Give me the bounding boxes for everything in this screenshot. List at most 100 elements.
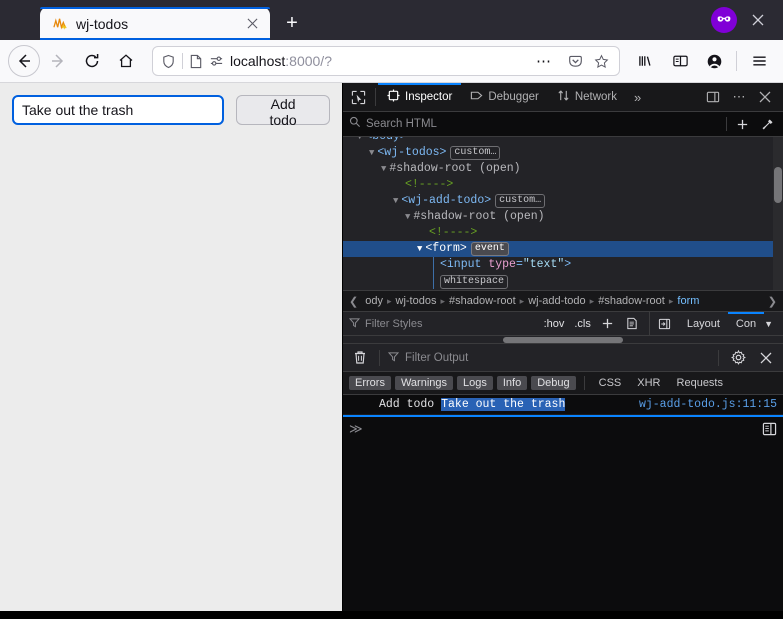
console-filter-requests[interactable]: Requests bbox=[671, 376, 729, 390]
dom-tree-panel[interactable]: ▼<body> ▼<wj-todos>custom… ▼#shadow-root… bbox=[343, 137, 783, 290]
dom-row[interactable]: whitespace bbox=[343, 273, 783, 289]
custom-element-badge[interactable]: custom… bbox=[450, 146, 501, 160]
console-message-source-link[interactable]: wj-add-todo.js:11:15 bbox=[639, 398, 783, 411]
chart-squiggle-favicon bbox=[52, 16, 68, 32]
back-arrow-icon[interactable] bbox=[8, 45, 40, 77]
console-prompt: ≫ bbox=[349, 421, 363, 437]
chevron-left-icon[interactable]: ❮ bbox=[345, 295, 362, 308]
twisty-icon[interactable]: ▼ bbox=[381, 161, 386, 177]
permissions-icon[interactable] bbox=[209, 54, 224, 69]
search-input[interactable]: Search HTML bbox=[366, 118, 721, 130]
element-picker-icon[interactable] bbox=[343, 83, 373, 111]
plus-icon[interactable] bbox=[732, 115, 752, 133]
twisty-icon[interactable]: ▼ bbox=[357, 137, 362, 145]
dom-row[interactable]: ▼<body> bbox=[343, 137, 783, 145]
caret-down-icon[interactable]: ▼ bbox=[764, 312, 777, 336]
browser-tab-wj-todos[interactable]: wj-todos bbox=[40, 7, 270, 40]
dom-row[interactable]: <!----> bbox=[343, 225, 783, 241]
tab-debugger[interactable]: Debugger bbox=[461, 83, 548, 111]
dom-row[interactable]: ▼ #shadow-root (open) bbox=[343, 209, 783, 225]
event-badge[interactable]: event bbox=[470, 242, 509, 256]
dom-row[interactable]: ▼ #shadow-root (open) bbox=[343, 161, 783, 177]
breadcrumb-item-form[interactable]: form bbox=[674, 295, 702, 307]
plus-icon[interactable] bbox=[599, 317, 617, 330]
gear-icon[interactable] bbox=[727, 350, 749, 365]
console-filter-logs[interactable]: Logs bbox=[457, 376, 493, 390]
star-icon[interactable] bbox=[594, 53, 611, 69]
tab-layout[interactable]: Layout bbox=[679, 312, 728, 336]
html-search-bar[interactable]: Search HTML bbox=[343, 112, 783, 137]
content-split: Add todo Inspector bbox=[0, 83, 783, 611]
reload-icon[interactable] bbox=[76, 45, 108, 77]
breadcrumb-item-shadow-root-2[interactable]: #shadow-root bbox=[595, 295, 668, 307]
tab-inspector[interactable]: Inspector bbox=[378, 83, 462, 111]
dom-row-selected[interactable]: ▼ <form> event bbox=[343, 241, 783, 257]
new-tab-button[interactable]: + bbox=[276, 7, 308, 39]
console-filter-css[interactable]: CSS bbox=[593, 376, 628, 390]
console-filter-errors[interactable]: Errors bbox=[349, 376, 391, 390]
twisty-icon[interactable]: ▼ bbox=[393, 193, 398, 209]
breadcrumb-item-wj-todos[interactable]: wj-todos bbox=[393, 295, 440, 307]
page-icon[interactable] bbox=[189, 54, 203, 69]
twisty-icon[interactable]: ▼ bbox=[405, 209, 410, 225]
home-icon[interactable] bbox=[110, 45, 142, 77]
ellipsis-icon[interactable]: ⋯ bbox=[727, 83, 751, 111]
page-actions-ellipsis-icon[interactable]: ⋯ bbox=[531, 48, 557, 74]
shield-icon[interactable] bbox=[161, 54, 176, 69]
chevron-double-right-icon[interactable]: » bbox=[626, 83, 649, 111]
document-icon[interactable] bbox=[623, 317, 641, 330]
console-filter-input[interactable]: Filter Output bbox=[387, 351, 710, 365]
window-close-icon[interactable] bbox=[747, 9, 769, 31]
styles-horizontal-scrollbar[interactable] bbox=[343, 336, 783, 344]
account-icon[interactable] bbox=[698, 45, 730, 77]
pseudo-class-hov-button[interactable]: :hov bbox=[542, 318, 567, 330]
pocket-icon[interactable] bbox=[563, 54, 588, 69]
url-host: localhost bbox=[230, 53, 286, 69]
breadcrumb-item-shadow-root-1[interactable]: #shadow-root bbox=[446, 295, 519, 307]
toolbar-divider bbox=[718, 349, 719, 366]
scrollbar-thumb[interactable] bbox=[774, 167, 782, 203]
console-filter-info[interactable]: Info bbox=[496, 376, 528, 390]
styles-filter-placeholder[interactable]: Filter Styles bbox=[365, 318, 422, 330]
element-class-button[interactable]: .cls bbox=[572, 318, 593, 330]
sidebar-icon[interactable] bbox=[664, 45, 696, 77]
breadcrumb-item-wj-add-todo[interactable]: wj-add-todo bbox=[525, 295, 588, 307]
console-filter-xhr[interactable]: XHR bbox=[631, 376, 666, 390]
private-browsing-mask-icon[interactable] bbox=[711, 7, 737, 33]
twisty-icon[interactable]: ▼ bbox=[417, 241, 422, 257]
url-text[interactable]: localhost:8000/? bbox=[230, 53, 525, 69]
close-icon[interactable] bbox=[755, 352, 777, 364]
tab-network[interactable]: Network bbox=[548, 83, 626, 111]
tab-computed[interactable]: Con bbox=[727, 311, 765, 336]
dom-row[interactable]: <!----> bbox=[343, 177, 783, 193]
add-todo-button[interactable]: Add todo bbox=[236, 95, 330, 128]
dom-tree-scrollbar[interactable] bbox=[773, 137, 783, 290]
breadcrumb-item-body[interactable]: ody bbox=[362, 295, 386, 307]
hamburger-menu-icon[interactable] bbox=[743, 45, 775, 77]
custom-element-badge[interactable]: custom… bbox=[495, 194, 546, 208]
dock-to-side-icon[interactable] bbox=[701, 83, 725, 111]
todo-text-input[interactable] bbox=[12, 95, 225, 125]
console-filter-debug[interactable]: Debug bbox=[531, 376, 576, 390]
twisty-icon[interactable]: ▼ bbox=[369, 145, 374, 161]
console-filter-placeholder[interactable]: Filter Output bbox=[405, 352, 468, 364]
dom-row[interactable]: ▼ <wj-todos> custom… bbox=[343, 145, 783, 161]
eyedropper-icon[interactable] bbox=[757, 115, 777, 133]
close-icon[interactable] bbox=[242, 14, 262, 34]
dom-row[interactable]: <input type="text"> bbox=[343, 257, 783, 273]
scrollbar-thumb[interactable] bbox=[503, 337, 623, 343]
console-filter-warnings[interactable]: Warnings bbox=[394, 376, 454, 390]
url-bar[interactable]: localhost:8000/? ⋯ bbox=[152, 46, 620, 76]
console-message-row[interactable]: Add todo Take out the trash wj-add-todo.… bbox=[343, 395, 783, 415]
url-path: :8000/? bbox=[285, 53, 332, 69]
panel-toggle-icon[interactable] bbox=[650, 312, 679, 336]
split-console-icon[interactable] bbox=[762, 422, 777, 436]
chevron-right-icon[interactable]: ❯ bbox=[764, 295, 781, 308]
dom-row[interactable]: ▼ <wj-add-todo> custom… bbox=[343, 193, 783, 209]
styles-filter[interactable]: Filter Styles bbox=[348, 317, 536, 331]
console-output-area bbox=[343, 441, 783, 611]
library-icon[interactable] bbox=[630, 45, 662, 77]
console-command-input[interactable]: ≫ bbox=[343, 415, 783, 441]
close-icon[interactable] bbox=[753, 83, 777, 111]
trash-icon[interactable] bbox=[349, 350, 371, 365]
